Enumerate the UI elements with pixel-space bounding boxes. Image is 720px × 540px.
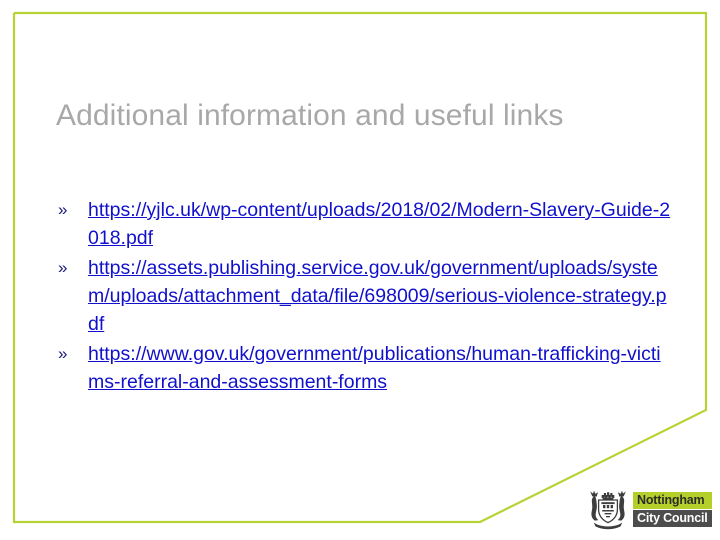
list-item: » https://assets.publishing.service.gov.… xyxy=(56,254,672,338)
link-human-trafficking-referral-forms[interactable]: https://www.gov.uk/government/publicatio… xyxy=(88,343,661,393)
nottingham-coat-of-arms-icon xyxy=(590,490,626,530)
bullet-marker-icon: » xyxy=(58,344,68,363)
nottingham-city-council-logo: Nottingham City Council xyxy=(586,486,712,532)
list-item: » https://yjlc.uk/wp-content/uploads/201… xyxy=(56,196,672,252)
page-title: Additional information and useful links xyxy=(56,99,564,133)
bullet-marker-icon: » xyxy=(58,200,68,219)
link-serious-violence-strategy[interactable]: https://assets.publishing.service.gov.uk… xyxy=(88,257,666,335)
link-modern-slavery-guide[interactable]: https://yjlc.uk/wp-content/uploads/2018/… xyxy=(88,199,670,249)
slide-canvas: Additional information and useful links … xyxy=(0,0,720,540)
useful-links-list: » https://yjlc.uk/wp-content/uploads/201… xyxy=(56,196,672,398)
list-item: » https://www.gov.uk/government/publicat… xyxy=(56,340,672,396)
logo-text-nottingham: Nottingham xyxy=(633,491,712,509)
logo-text-city-council: City Council xyxy=(633,509,712,527)
logo-wordmark: Nottingham City Council xyxy=(633,491,712,527)
bullet-marker-icon: » xyxy=(58,258,68,277)
